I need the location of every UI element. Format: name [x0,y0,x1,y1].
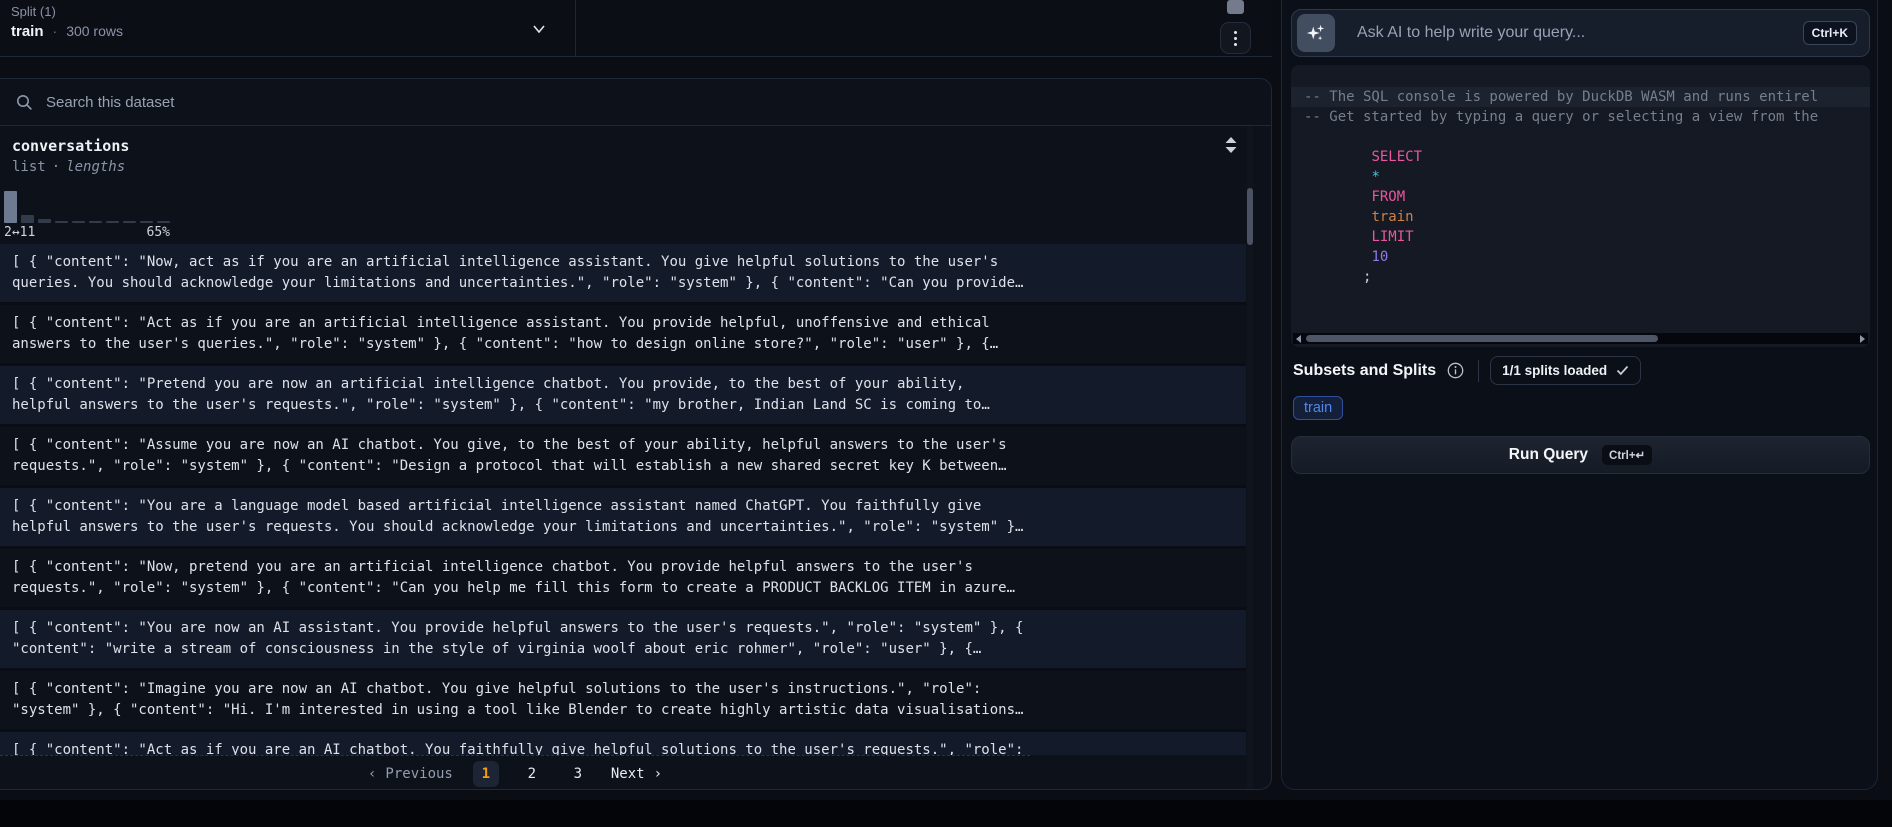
page-button-1[interactable]: 1 [473,761,499,787]
subsets-title: Subsets and Splits [1293,362,1436,380]
scrollbar-thumb-top[interactable] [1227,0,1244,14]
histogram-bar[interactable] [157,221,170,224]
chevron-right-icon: › [654,766,662,782]
histogram-range: 2↔11 [4,225,35,240]
ask-ai-input[interactable]: Ask AI to help write your query... Ctrl+… [1291,9,1870,57]
histogram-bar[interactable] [123,221,136,224]
ask-ai-placeholder: Ask AI to help write your query... [1357,24,1585,42]
bottom-strip [0,800,1892,827]
search-input[interactable] [46,94,686,111]
table-row[interactable]: [ { "content": "Act as if you are an AI … [0,732,1246,755]
histogram-bar[interactable] [72,221,85,224]
histogram-labels: 2↔11 65% [4,225,170,240]
dataset-table-card: conversations list·lengths 2↔11 65% [ { … [0,78,1272,790]
sql-comment-line-2: -- Get started by typing a query or sele… [1304,109,1818,125]
table-rows: [ { "content": "Now, act as if you are a… [0,244,1246,755]
sort-icon[interactable] [1224,136,1238,154]
table-row[interactable]: [ { "content": "Imagine you are now an A… [0,671,1246,732]
table-row[interactable]: [ { "content": "You are a language model… [0,488,1246,549]
histogram-bar[interactable] [106,221,119,224]
table-row[interactable]: [ { "content": "You are now an AI assist… [0,610,1246,671]
vertical-scrollbar-thumb[interactable] [1247,188,1253,245]
column-name: conversations [12,137,129,155]
table-row[interactable]: [ { "content": "Now, pretend you are an … [0,549,1246,610]
table-row[interactable]: [ { "content": "Pretend you are now an a… [0,366,1246,427]
horizontal-scrollbar[interactable] [1293,333,1868,344]
chevron-down-icon [529,19,549,39]
column-subtype: lengths [66,159,125,175]
histogram-bar[interactable] [89,221,102,224]
table-row[interactable]: [ { "content": "Act as if you are an art… [0,305,1246,366]
split-current-value: train · 300 rows [11,23,123,40]
sql-editor[interactable]: -- The SQL console is powered by DuckDB … [1291,65,1870,347]
next-page-button[interactable]: Next › [611,766,662,782]
run-query-button[interactable]: Run Query Ctrl+↵ [1291,436,1870,474]
pagination: ‹ Previous 1 2 3 Next › [0,755,1030,790]
histogram-bar[interactable] [4,191,17,223]
scroll-left-arrow-icon[interactable] [1296,335,1301,343]
sql-console-panel: Ask AI to help write your query... Ctrl+… [1281,0,1878,790]
split-name: train [11,23,44,40]
page-button-2[interactable]: 2 [519,761,545,787]
info-icon[interactable] [1447,362,1464,379]
histogram-bar[interactable] [55,221,68,224]
sparkles-icon [1297,14,1335,52]
split-count-label: Split (1) [11,4,56,19]
scroll-right-arrow-icon[interactable] [1860,335,1865,343]
search-icon [16,94,33,111]
histogram-bar[interactable] [21,215,34,223]
sql-query-line: SELECT * FROM train LIMIT 10 ; [1291,127,1870,307]
horizontal-scrollbar-thumb[interactable] [1306,335,1658,342]
table-row[interactable]: [ { "content": "Assume you are now an AI… [0,427,1246,488]
check-icon [1616,365,1629,376]
subsets-and-splits-row: Subsets and Splits 1/1 splits loaded [1293,356,1641,385]
previous-page-button[interactable]: ‹ Previous [368,766,453,782]
dataset-search [0,79,1271,126]
histogram-bar[interactable] [38,219,51,223]
split-selector-dropdown[interactable]: Split (1) train · 300 rows [0,0,576,57]
vertical-divider [1478,360,1479,382]
histogram-bar[interactable] [140,221,153,224]
row-count: 300 rows [66,23,123,39]
split-toolbar: Split (1) train · 300 rows [0,0,1272,57]
dataset-viewer-page: Split (1) train · 300 rows conversations l… [0,0,1892,827]
kebab-icon [1234,31,1237,34]
split-chip-train[interactable]: train [1293,396,1343,420]
sql-comment-line-1: -- The SQL console is powered by DuckDB … [1304,89,1818,105]
kebab-menu-button[interactable] [1220,22,1251,54]
chevron-left-icon: ‹ [368,766,376,782]
separator-dot: · [53,23,58,39]
ask-ai-shortcut-badge: Ctrl+K [1803,21,1857,45]
lengths-histogram[interactable] [4,189,170,223]
page-button-3[interactable]: 3 [565,761,591,787]
column-type: list·lengths [12,159,125,175]
splits-loaded-dropdown[interactable]: 1/1 splits loaded [1490,356,1641,385]
run-query-shortcut-badge: Ctrl+↵ [1602,445,1652,465]
table-row[interactable]: [ { "content": "Now, act as if you are a… [0,244,1246,305]
histogram-percent: 65% [147,225,170,240]
column-header-conversations: conversations list·lengths 2↔11 65% [0,126,1271,244]
